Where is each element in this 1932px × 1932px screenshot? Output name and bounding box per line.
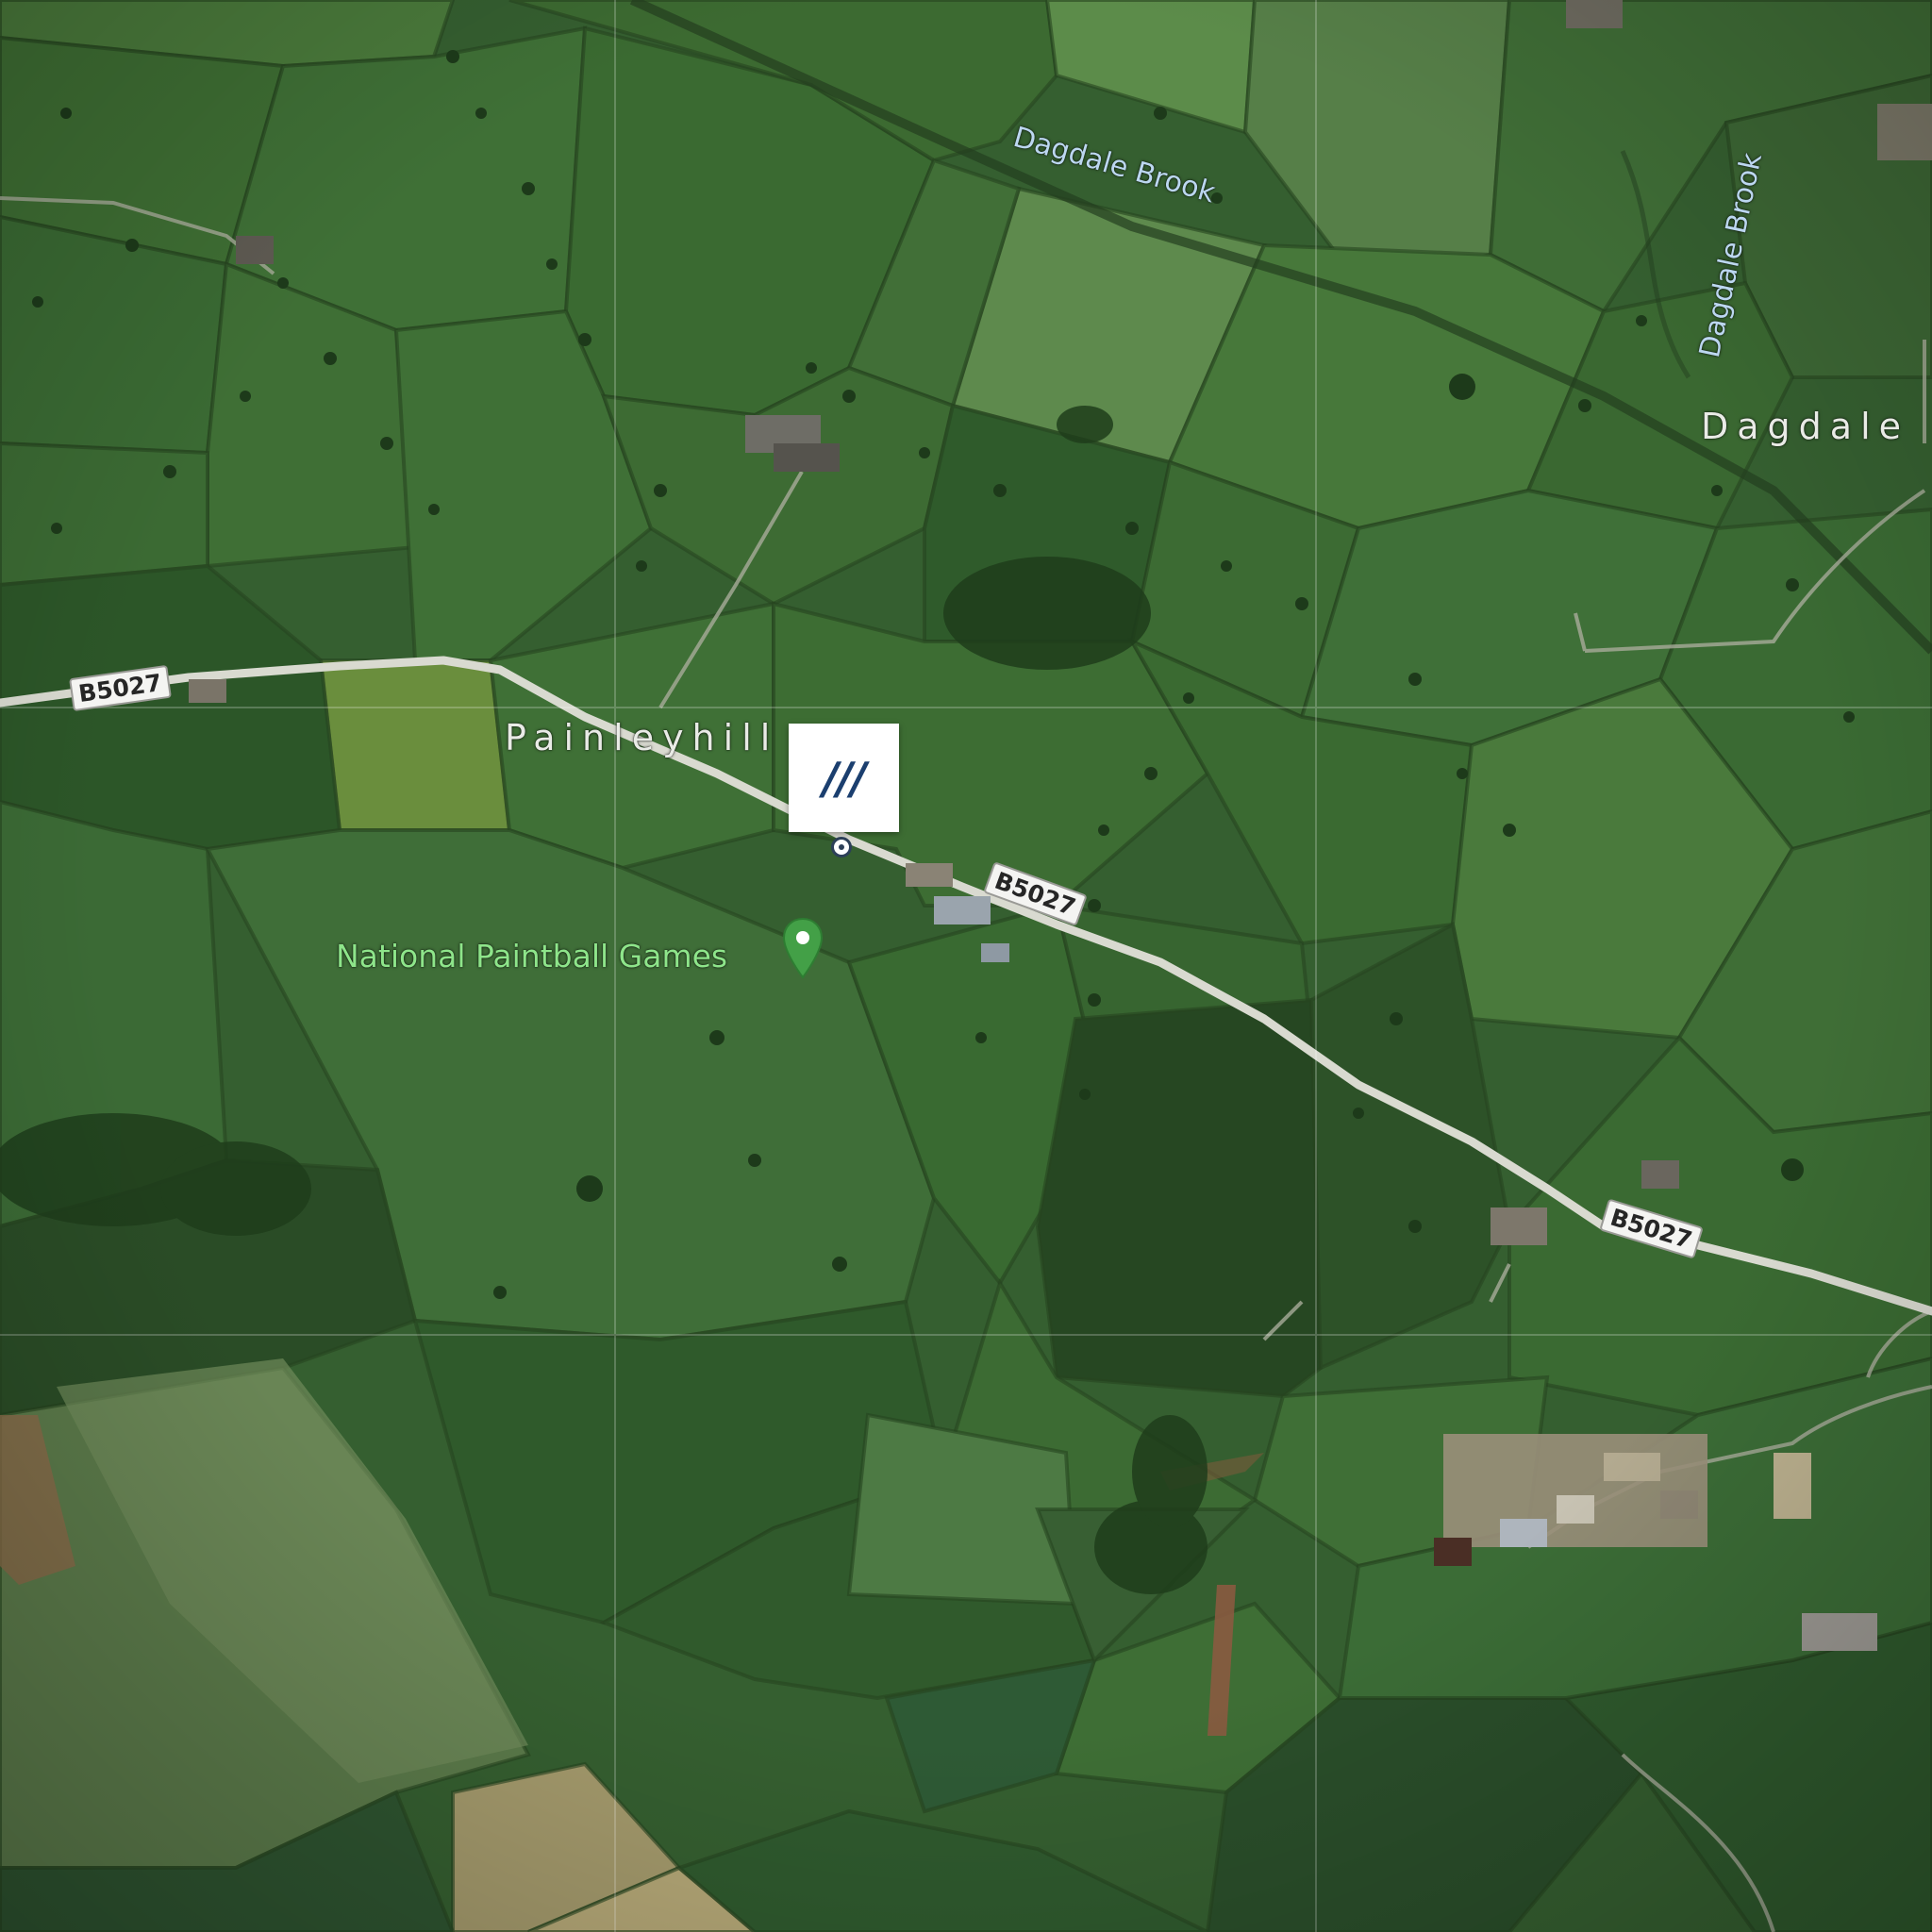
location-pin-icon[interactable] [781,917,824,981]
selected-location-dot [831,837,852,858]
poi-label[interactable]: National Paintball Games [336,938,727,974]
satellite-map[interactable] [0,0,1932,1932]
painleyhill-place-label: Painleyhill [505,717,779,758]
dagdale-place-label: Dagdale [1701,406,1910,447]
what3words-marker[interactable]: /// [789,724,899,832]
